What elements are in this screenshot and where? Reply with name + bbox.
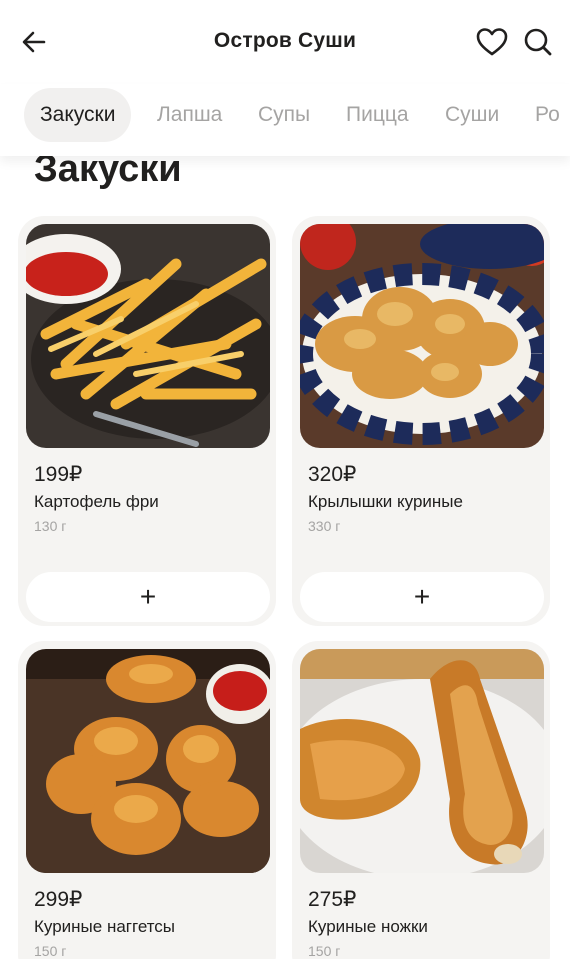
heart-icon [476,28,508,56]
product-name: Крылышки куриные [308,492,463,511]
product-image-nuggets [26,649,270,873]
product-name: Куриные ножки [308,917,428,936]
product-weight: 330 г [308,518,341,534]
tab-pizza[interactable]: Пицца [346,88,409,142]
tab-rolls[interactable]: Ро [535,88,560,142]
product-weight: 150 г [308,943,341,959]
product-weight: 130 г [34,518,67,534]
product-name: Картофель фри [34,492,159,511]
product-card[interactable]: 320₽ Крылышки куриные 330 г + [292,216,550,626]
product-image-fries [26,224,270,448]
search-icon [524,28,552,56]
product-image-drumsticks [300,649,544,873]
add-to-cart-button[interactable]: + [26,572,270,622]
product-image-wings [300,224,544,448]
tab-supy[interactable]: Супы [258,88,310,142]
product-card[interactable]: 275₽ Куриные ножки 150 г [292,641,550,959]
tab-zakuski[interactable]: Закуски [24,88,132,142]
product-name: Куриные наггетсы [34,917,176,936]
product-card[interactable]: 199₽ Картофель фри 130 г + [18,216,276,626]
search-button[interactable] [520,24,556,60]
product-weight: 150 г [34,943,67,959]
product-price: 299₽ [34,888,83,911]
product-price: 275₽ [308,888,357,911]
tab-lapsha[interactable]: Лапша [157,88,222,142]
category-tabs: Закуски Лапша Супы Пицца Суши Ро [0,84,570,156]
add-to-cart-button[interactable]: + [300,572,544,622]
product-card[interactable]: 299₽ Куриные наггетсы 150 г [18,641,276,959]
favorite-button[interactable] [474,24,510,60]
tab-sushi[interactable]: Суши [445,88,499,142]
app-header: Остров Суши [0,0,570,84]
product-price: 199₽ [34,463,83,486]
product-price: 320₽ [308,463,357,486]
